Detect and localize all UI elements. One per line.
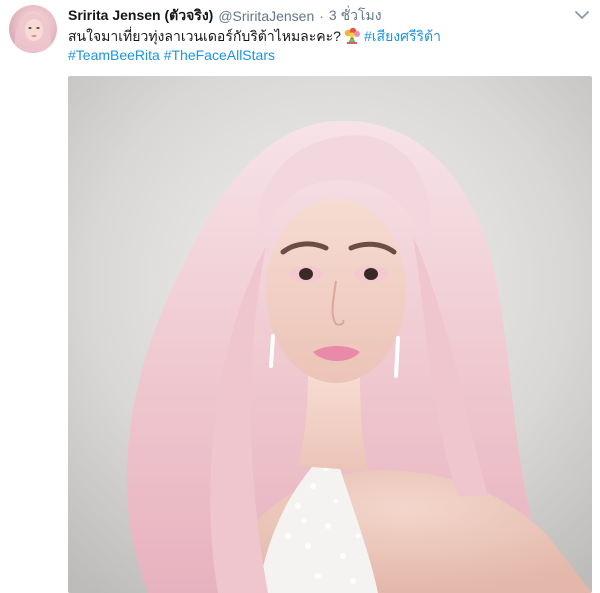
tweet-body-text: สนใจมาเที่ยวทุ่งลาเวนเดอร์กับริต้าไหมละค…	[68, 28, 341, 44]
chevron-down-icon[interactable]	[574, 8, 590, 20]
tweet-media-photo[interactable]	[68, 76, 592, 593]
tweet-text-line-2: #TeamBeeRita #TheFaceAllStars	[68, 45, 275, 65]
timestamp[interactable]: 3 ชั่วโมง	[329, 5, 382, 27]
bouquet-emoji-icon	[343, 27, 361, 49]
hashtag-link-2[interactable]: #TeamBeeRita	[68, 47, 160, 63]
tweet-header: Sririta Jensen (ตัวจริง) @SriritaJensen …	[68, 6, 382, 26]
user-handle[interactable]: @SriritaJensen	[218, 8, 314, 24]
separator-dot: ·	[319, 8, 324, 24]
hashtag-link-3[interactable]: #TheFaceAllStars	[164, 47, 275, 63]
display-name[interactable]: Sririta Jensen (ตัวจริง)	[68, 5, 213, 27]
avatar[interactable]	[9, 5, 57, 53]
tweet: Sririta Jensen (ตัวจริง) @SriritaJensen …	[0, 0, 600, 593]
hashtag-link-1[interactable]: #เสียงศรีริต้า	[364, 28, 441, 44]
